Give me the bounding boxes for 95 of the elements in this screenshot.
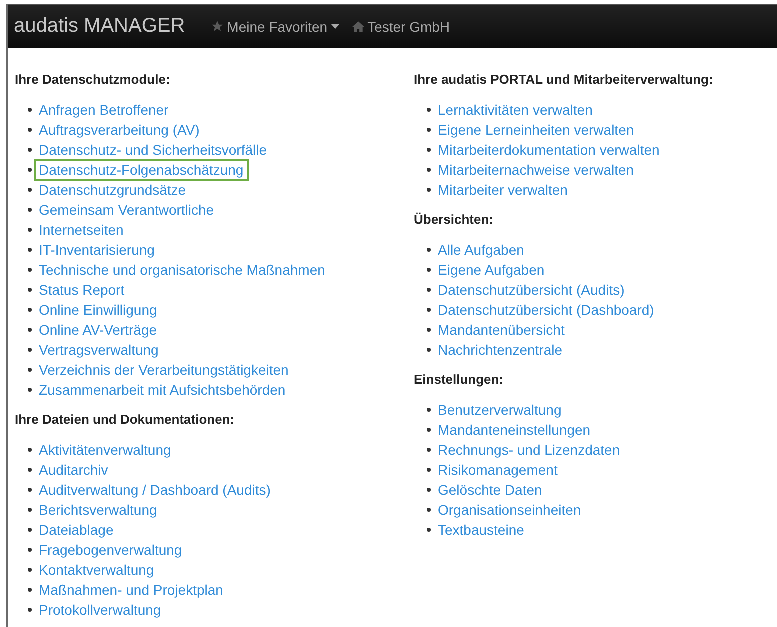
module-link[interactable]: Benutzerverwaltung	[433, 399, 567, 421]
caret-icon	[330, 24, 340, 29]
module-link[interactable]: Datenschutzübersicht (Dashboard)	[433, 299, 660, 321]
module-link[interactable]: Auditverwaltung / Dashboard (Audits)	[34, 479, 276, 501]
bullet-icon	[427, 308, 431, 312]
module-link[interactable]: Mitarbeiternachweise verwalten	[433, 159, 640, 181]
module-link[interactable]: Auditarchiv	[34, 459, 114, 481]
module-link[interactable]: Aktivitätenverwaltung	[34, 439, 176, 461]
module-link[interactable]: Anfragen Betroffener	[34, 99, 174, 121]
bullet-icon	[427, 408, 431, 412]
module-link[interactable]: Internetseiten	[34, 219, 129, 241]
bullet-icon	[427, 268, 431, 272]
module-link[interactable]: Nachrichtenzentrale	[433, 339, 568, 361]
module-link[interactable]: Mandanteneinstellungen	[433, 419, 596, 441]
module-link[interactable]: Verzeichnis der Verarbeitungstätigkeiten	[34, 359, 294, 381]
module-link[interactable]: Lernaktivitäten verwalten	[433, 99, 598, 121]
module-link[interactable]: Online AV-Verträge	[34, 319, 162, 341]
bullet-icon	[28, 128, 32, 132]
module-link[interactable]: Gemeinsam Verantwortliche	[34, 199, 220, 221]
section-heading: Ihre audatis PORTAL und Mitarbeiterverwaltung:	[414, 71, 714, 89]
company-menu[interactable]: Tester GmbH	[352, 18, 450, 34]
module-link[interactable]: Mitarbeiter verwalten	[433, 179, 573, 201]
module-link[interactable]: Mitarbeiterdokumentation verwalten	[433, 139, 665, 161]
bullet-icon	[28, 608, 32, 612]
star-icon	[211, 20, 224, 33]
bullet-icon	[28, 248, 32, 252]
bullet-icon	[28, 368, 32, 372]
bullet-icon	[427, 528, 431, 532]
bullet-icon	[28, 568, 32, 572]
module-link[interactable]: Datenschutzgrundsätze	[34, 179, 192, 201]
module-link[interactable]: Textbausteine	[433, 519, 530, 541]
bullet-icon	[427, 508, 431, 512]
favorites-menu[interactable]: Meine Favoriten	[211, 18, 340, 34]
module-link[interactable]: Status Report	[34, 279, 130, 301]
module-link[interactable]: Eigene Aufgaben	[433, 259, 550, 281]
bullet-icon	[427, 148, 431, 152]
bullet-icon	[28, 528, 32, 532]
bullet-icon	[28, 148, 32, 152]
bullet-icon	[28, 168, 32, 172]
bullet-icon	[28, 548, 32, 552]
bullet-icon	[28, 188, 32, 192]
module-link[interactable]: Technische und organisatorische Maßnahmen	[34, 259, 330, 281]
bullet-icon	[427, 348, 431, 352]
module-link[interactable]: Online Einwilligung	[34, 299, 162, 321]
module-link[interactable]: Gelöschte Daten	[433, 479, 548, 501]
bullet-icon	[427, 448, 431, 452]
bullet-icon	[28, 468, 32, 472]
bullet-icon	[28, 348, 32, 352]
module-link[interactable]: Zusammenarbeit mit Aufsichtsbehörden	[34, 379, 291, 401]
module-link[interactable]: Protokollverwaltung	[34, 599, 166, 621]
module-link[interactable]: Berichtsverwaltung	[34, 499, 162, 521]
module-link[interactable]: Fragebogenverwaltung	[34, 539, 188, 561]
section-heading: Einstellungen:	[414, 371, 505, 389]
module-link[interactable]: Datenschutz- und Sicherheitsvorfälle	[34, 139, 272, 161]
module-link[interactable]: Kontaktverwaltung	[34, 559, 160, 581]
module-link[interactable]: Vertragsverwaltung	[34, 339, 164, 361]
module-link[interactable]: Auftragsverarbeitung (AV)	[34, 119, 205, 141]
bullet-icon	[28, 488, 32, 492]
bullet-icon	[28, 448, 32, 452]
bullet-icon	[427, 488, 431, 492]
bullet-icon	[427, 128, 431, 132]
module-link[interactable]: IT-Inventarisierung	[34, 239, 160, 261]
module-link[interactable]: Maßnahmen- und Projektplan	[34, 579, 228, 601]
bullet-icon	[28, 328, 32, 332]
module-link[interactable]: Datenschutzübersicht (Audits)	[433, 279, 630, 301]
bullet-icon	[28, 228, 32, 232]
bullet-icon	[28, 288, 32, 292]
module-link[interactable]: Risikomanagement	[433, 459, 563, 481]
bullet-icon	[427, 288, 431, 292]
home-icon	[352, 20, 365, 32]
bullet-icon	[28, 268, 32, 272]
bullet-icon	[427, 108, 431, 112]
bullet-icon	[28, 308, 32, 312]
bullet-icon	[28, 508, 32, 512]
module-link[interactable]: Mandantenübersicht	[433, 319, 570, 341]
module-link[interactable]: Datenschutz-Folgenabschätzung	[34, 159, 249, 181]
bullet-icon	[427, 188, 431, 192]
module-link[interactable]: Organisationseinheiten	[433, 499, 586, 521]
bullet-icon	[427, 168, 431, 172]
section-heading: Ihre Datenschutzmodule:	[15, 71, 172, 89]
bullet-icon	[427, 248, 431, 252]
module-link[interactable]: Alle Aufgaben	[433, 239, 530, 261]
bullet-icon	[427, 328, 431, 332]
bullet-icon	[28, 108, 32, 112]
bullet-icon	[28, 208, 32, 212]
bullet-icon	[28, 388, 32, 392]
module-link[interactable]: Dateiablage	[34, 519, 119, 541]
section-heading: Übersichten:	[414, 211, 494, 229]
app-brand[interactable]: audatis MANAGER	[14, 15, 186, 38]
bullet-icon	[427, 428, 431, 432]
section-heading: Ihre Dateien und Dokumentationen:	[15, 411, 236, 429]
module-link[interactable]: Eigene Lerneinheiten verwalten	[433, 119, 640, 141]
module-link[interactable]: Rechnungs- und Lizenzdaten	[433, 439, 626, 461]
bullet-icon	[28, 588, 32, 592]
bullet-icon	[427, 468, 431, 472]
